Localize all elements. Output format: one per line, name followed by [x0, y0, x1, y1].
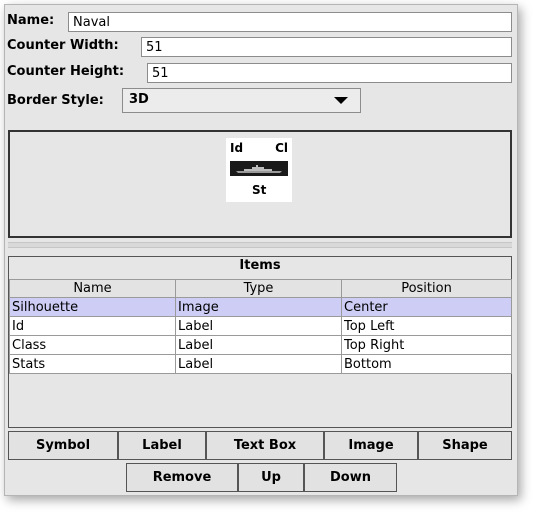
items-title: Items	[239, 258, 281, 273]
border-style-label: Border Style:	[7, 93, 104, 108]
layout-editor-window: Name: Naval Counter Width: 51 Counter He…	[4, 4, 518, 496]
preview-stats-label: St	[252, 183, 267, 197]
cell-position: Top Right	[341, 335, 512, 355]
label-button[interactable]: Label	[118, 431, 206, 460]
border-style-value: 3D	[129, 92, 149, 107]
table-row[interactable]: Stats Label Bottom	[9, 354, 512, 374]
split-pane-divider[interactable]	[8, 242, 512, 248]
column-header-name[interactable]: Name	[9, 279, 176, 298]
chevron-down-icon	[334, 97, 348, 104]
table-row[interactable]: Silhouette Image Center	[9, 297, 512, 317]
counter-height-label: Counter Height:	[7, 64, 125, 79]
up-button[interactable]: Up	[238, 463, 304, 492]
counter-width-field[interactable]: 51	[141, 37, 512, 57]
cell-type: Label	[175, 316, 342, 336]
preview-id-label: Id	[230, 141, 244, 155]
counter-width-label: Counter Width:	[7, 38, 119, 53]
down-button[interactable]: Down	[304, 463, 397, 492]
name-field[interactable]: Naval	[68, 12, 512, 32]
counter-height-field[interactable]: 51	[147, 63, 512, 83]
items-panel: Items Name Type Position Silhouette Imag…	[8, 256, 512, 428]
counter-preview: Id Cl St	[226, 138, 292, 202]
ship-silhouette-image	[230, 161, 288, 176]
items-table: Name Type Position Silhouette Image Cent…	[9, 279, 512, 374]
cell-name: Silhouette	[9, 297, 176, 317]
cell-name: Stats	[9, 354, 176, 374]
cell-name: Class	[9, 335, 176, 355]
column-header-type[interactable]: Type	[175, 279, 342, 298]
image-button[interactable]: Image	[324, 431, 418, 460]
table-header-row: Name Type Position	[9, 279, 512, 298]
table-row[interactable]: Id Label Top Left	[9, 316, 512, 336]
counter-preview-panel: Id Cl St	[8, 130, 512, 238]
cell-type: Label	[175, 354, 342, 374]
cell-position: Top Left	[341, 316, 512, 336]
cell-type: Label	[175, 335, 342, 355]
cell-position: Bottom	[341, 354, 512, 374]
table-row[interactable]: Class Label Top Right	[9, 335, 512, 355]
cell-type: Image	[175, 297, 342, 317]
text-box-button[interactable]: Text Box	[206, 431, 324, 460]
symbol-button[interactable]: Symbol	[8, 431, 118, 460]
remove-button[interactable]: Remove	[126, 463, 238, 492]
preview-class-label: Cl	[275, 141, 288, 155]
cell-position: Center	[341, 297, 512, 317]
column-header-position[interactable]: Position	[341, 279, 512, 298]
name-label: Name:	[7, 13, 55, 28]
cell-name: Id	[9, 316, 176, 336]
shape-button[interactable]: Shape	[418, 431, 512, 460]
border-style-dropdown[interactable]: 3D	[122, 88, 361, 113]
